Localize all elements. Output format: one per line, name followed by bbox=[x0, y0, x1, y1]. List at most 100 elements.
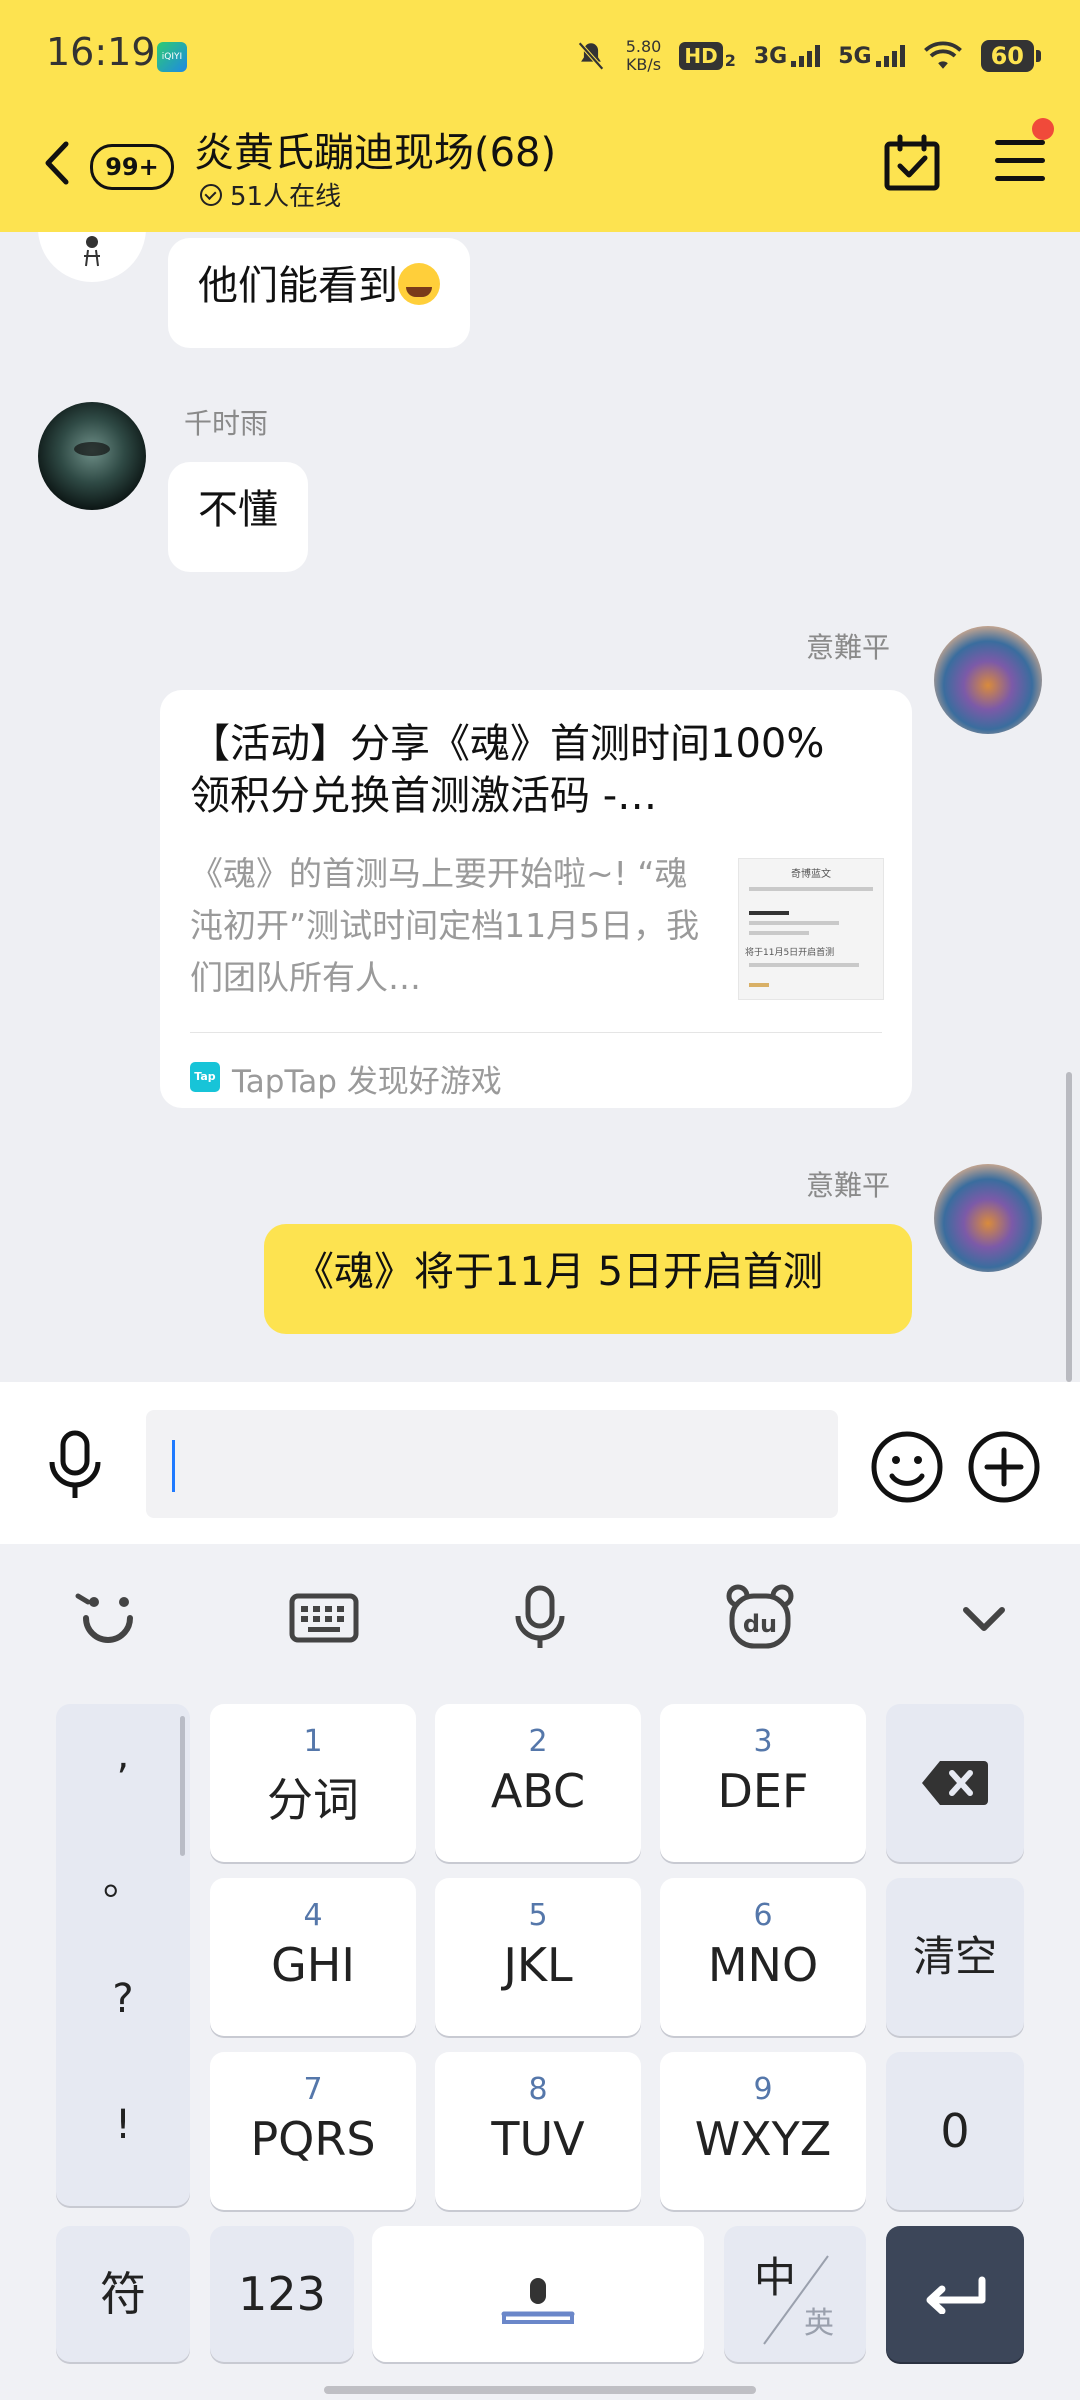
backspace-key[interactable] bbox=[886, 1704, 1024, 1862]
zero-key[interactable]: 0 bbox=[886, 2052, 1024, 2210]
card-title: 【活动】分享《魂》首测时间100%领积分兑换首测激活码 -… bbox=[190, 721, 825, 819]
signal-bars-icon bbox=[875, 45, 905, 67]
keyboard-icon[interactable] bbox=[288, 1582, 360, 1654]
avatar[interactable] bbox=[38, 402, 146, 510]
key-label: 清空 bbox=[912, 1932, 997, 1981]
backspace-icon bbox=[922, 1761, 988, 1805]
key-label: MNO bbox=[707, 1938, 819, 1992]
thumb-title: 奇博蓝文 bbox=[791, 869, 831, 880]
text-caret bbox=[172, 1440, 175, 1492]
status-icons: 5.80 KB/s HD 2 3G 5G 60 bbox=[574, 28, 1042, 84]
message-bubble[interactable]: 《魂》将于11月 5日开启首测 bbox=[264, 1224, 912, 1334]
slash-divider bbox=[763, 2255, 829, 2345]
key-4[interactable]: 4 GHI bbox=[210, 1878, 416, 2036]
avatar[interactable] bbox=[934, 626, 1042, 734]
signal-5g: 5G bbox=[838, 44, 905, 69]
net-speed: 5.80 KB/s bbox=[626, 38, 662, 74]
key-3[interactable]: 3 DEF bbox=[660, 1704, 866, 1862]
avatar[interactable] bbox=[934, 1164, 1042, 1272]
voice-input-icon[interactable] bbox=[44, 1430, 106, 1500]
space-mic-icon bbox=[501, 2278, 575, 2324]
symbol-key[interactable]: 符 bbox=[56, 2226, 190, 2362]
group-title[interactable]: 炎黄氏蹦迪现场(68) bbox=[194, 120, 556, 178]
key-label: 分词 bbox=[267, 1773, 359, 1827]
net-speed-value: 5.80 bbox=[625, 37, 662, 56]
key-number: 7 bbox=[303, 2072, 323, 2107]
home-indicator[interactable] bbox=[324, 2386, 756, 2394]
key-8[interactable]: 8 TUV bbox=[435, 2052, 641, 2210]
back-arrow-icon[interactable] bbox=[36, 138, 80, 188]
sender-name: 意難平 bbox=[805, 1169, 890, 1202]
punct-comma[interactable]: , bbox=[56, 1732, 190, 1778]
sender-name: 意難平 bbox=[805, 631, 890, 664]
message-text: 不懂 bbox=[198, 487, 278, 533]
top-bar: 16:19 iQIYI 5.80 KB/s HD 2 3G 5G 60 99+ … bbox=[0, 0, 1080, 232]
language-switch-key[interactable]: 中 英 bbox=[724, 2226, 866, 2362]
key-number: 1 bbox=[303, 1724, 323, 1759]
message-input[interactable] bbox=[146, 1410, 838, 1518]
chat-scrollbar[interactable] bbox=[1066, 1072, 1072, 1382]
key-label: PQRS bbox=[250, 2112, 376, 2166]
avatar[interactable] bbox=[38, 232, 146, 282]
key-number: 8 bbox=[528, 2072, 548, 2107]
key-number: 9 bbox=[753, 2072, 773, 2107]
message-bubble[interactable]: 他们能看到 bbox=[168, 238, 470, 348]
numeric-key[interactable]: 123 bbox=[210, 2226, 354, 2362]
key-number: 3 bbox=[753, 1724, 773, 1759]
message-text: 《魂》将于11月 5日开启首测 bbox=[294, 1249, 824, 1295]
svg-text:du: du bbox=[743, 1610, 777, 1638]
menu-icon[interactable] bbox=[995, 140, 1045, 184]
signal-3g: 3G bbox=[754, 44, 821, 69]
key-7[interactable]: 7 PQRS bbox=[210, 2052, 416, 2210]
taptap-logo-icon: Tap bbox=[190, 1062, 220, 1092]
key-1[interactable]: 1 分词 bbox=[210, 1704, 416, 1862]
plus-circle-icon[interactable] bbox=[967, 1430, 1041, 1504]
message-bubble[interactable]: 不懂 bbox=[168, 462, 308, 572]
hd-indicator: HD 2 bbox=[679, 42, 736, 70]
key-2[interactable]: 2 ABC bbox=[435, 1704, 641, 1862]
enter-key[interactable] bbox=[886, 2226, 1024, 2362]
thumb-caption: 将于11月5日开启首测 bbox=[745, 948, 835, 958]
unread-count-badge[interactable]: 99+ bbox=[90, 144, 174, 190]
punct-question[interactable]: ? bbox=[56, 1976, 190, 2022]
emoji-icon[interactable] bbox=[870, 1430, 944, 1504]
online-count-text: 51人在线 bbox=[230, 182, 342, 212]
clear-key[interactable]: 清空 bbox=[886, 1878, 1024, 2036]
key-label: DEF bbox=[717, 1764, 809, 1818]
key-number: 4 bbox=[303, 1898, 323, 1933]
link-card[interactable]: 【活动】分享《魂》首测时间100%领积分兑换首测激活码 -… 《魂》的首测马上要… bbox=[160, 690, 912, 1108]
card-source: TapTap 发现好游戏 bbox=[232, 1064, 502, 1100]
key-label: GHI bbox=[271, 1938, 355, 1992]
key-label: JKL bbox=[503, 1938, 573, 1992]
key-9[interactable]: 9 WXYZ bbox=[660, 2052, 866, 2210]
iqiyi-app-icon: iQIYI bbox=[157, 42, 187, 72]
chat-area[interactable]: 他们能看到 千时雨 不懂 意難平 【活动】分享《魂》首测时间100%领积分兑换首… bbox=[0, 232, 1080, 1382]
calendar-check-icon[interactable] bbox=[882, 134, 942, 192]
punct-period[interactable]: 。 bbox=[56, 1848, 190, 1906]
sender-name: 千时雨 bbox=[184, 407, 269, 440]
input-bar bbox=[0, 1382, 1080, 1544]
mute-bell-icon bbox=[577, 41, 604, 71]
voice-keyboard-icon[interactable] bbox=[504, 1582, 576, 1654]
key-number: 6 bbox=[753, 1898, 773, 1933]
key-6[interactable]: 6 MNO bbox=[660, 1878, 866, 2036]
punct-exclaim[interactable]: ! bbox=[56, 2102, 190, 2148]
figure-avatar-icon bbox=[84, 236, 100, 267]
card-divider bbox=[190, 1032, 882, 1033]
baidu-du-icon[interactable]: du bbox=[724, 1582, 796, 1654]
collapse-chevron-icon[interactable] bbox=[948, 1582, 1020, 1654]
key-label: TUV bbox=[491, 2112, 585, 2166]
message-text: 他们能看到 bbox=[198, 263, 398, 309]
space-key[interactable] bbox=[372, 2226, 704, 2362]
punct-scrollbar bbox=[180, 1716, 185, 1856]
keyboard: du , 。 ? ! 1 分词 2 ABC 3 DEF 4 GHI 5 JKL bbox=[0, 1544, 1080, 2400]
hd-sub: 2 bbox=[724, 51, 736, 70]
key-5[interactable]: 5 JKL bbox=[435, 1878, 641, 2036]
key-number: 2 bbox=[528, 1724, 548, 1759]
key-number: 5 bbox=[528, 1898, 548, 1933]
smile-toolbar-icon[interactable] bbox=[72, 1582, 144, 1654]
check-circle-icon bbox=[200, 183, 222, 206]
punctuation-column[interactable]: , 。 ? ! bbox=[56, 1704, 190, 2206]
hd-label: HD bbox=[679, 42, 723, 70]
online-status[interactable]: 51人在线 bbox=[200, 176, 341, 213]
